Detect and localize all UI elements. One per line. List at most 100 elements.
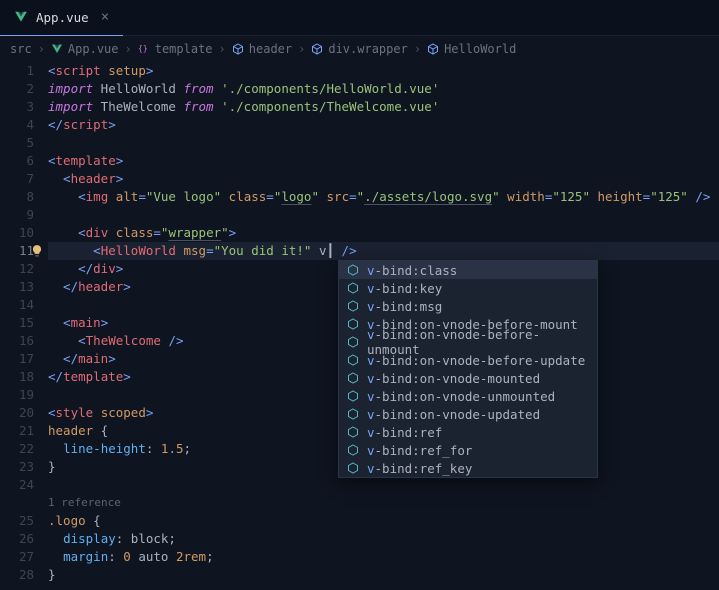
value-icon xyxy=(347,426,359,438)
breadcrumb-label: template xyxy=(155,42,213,56)
code-line[interactable]: <script setup> xyxy=(48,62,719,80)
line-number: 1 xyxy=(0,62,34,80)
suggest-item[interactable]: v-bind:on-vnode-unmounted xyxy=(339,387,597,405)
code-line[interactable]: <header> xyxy=(48,170,719,188)
line-number: 25 xyxy=(0,512,34,530)
value-icon xyxy=(347,300,359,312)
token: : block; xyxy=(116,531,176,546)
token: header xyxy=(78,279,123,294)
breadcrumb-separator: › xyxy=(125,42,132,56)
line-number: 16 xyxy=(0,332,34,350)
code-line[interactable] xyxy=(48,476,719,494)
token: setup xyxy=(108,63,146,78)
suggest-label: v-bind:on-vnode-before-update xyxy=(367,353,585,368)
token: > xyxy=(108,117,116,132)
token: template xyxy=(63,369,123,384)
token: " xyxy=(311,189,326,204)
close-icon[interactable]: × xyxy=(101,9,109,25)
token: < xyxy=(48,63,56,78)
suggest-item[interactable]: v-bind:ref xyxy=(339,423,597,441)
suggest-item[interactable]: v-bind:on-vnode-before-update xyxy=(339,351,597,369)
token: width xyxy=(507,189,545,204)
line-number: 19 xyxy=(0,386,34,404)
code-line[interactable] xyxy=(48,206,719,224)
tab-label: App.vue xyxy=(36,10,89,25)
token: > xyxy=(101,315,109,330)
code-line[interactable]: </script> xyxy=(48,116,719,134)
token: : xyxy=(146,441,161,456)
token: < xyxy=(48,243,101,258)
tab-app-vue[interactable]: App.vue × xyxy=(0,0,123,36)
code-line[interactable]: display: block; xyxy=(48,530,719,548)
breadcrumb-item[interactable]: App.vue xyxy=(51,42,119,56)
suggest-item[interactable]: v-bind:ref_for xyxy=(339,441,597,459)
token: wrapper xyxy=(168,225,221,240)
breadcrumb-item[interactable]: HelloWorld xyxy=(427,42,516,56)
code-line[interactable]: <HelloWorld msg="You did it!" v┃ /> xyxy=(48,242,719,260)
token: import xyxy=(48,81,93,96)
token: "You did it!" xyxy=(214,243,319,258)
token: ./assets/logo.svg xyxy=(364,189,492,204)
token: > xyxy=(146,405,154,420)
token: scoped xyxy=(101,405,146,420)
breadcrumb: src›App.vue›{}template›header›div.wrappe… xyxy=(0,36,719,62)
suggest-label: v-bind:msg xyxy=(367,299,442,314)
cube-icon xyxy=(427,43,439,55)
code-line[interactable]: } xyxy=(48,566,719,584)
token: HelloWorld xyxy=(93,81,183,96)
token: = xyxy=(138,189,146,204)
lightbulb-icon[interactable] xyxy=(30,244,44,258)
codelens[interactable]: 1 reference xyxy=(48,494,719,512)
token: = xyxy=(206,243,214,258)
token: from xyxy=(183,99,213,114)
breadcrumb-separator: › xyxy=(414,42,421,56)
code-line[interactable] xyxy=(48,134,719,152)
token: > xyxy=(123,279,131,294)
suggest-widget[interactable]: v-bind:classv-bind:key v-bind:msg v-bind:o… xyxy=(338,260,598,478)
token: main xyxy=(78,351,108,366)
breadcrumb-item[interactable]: div.wrapper xyxy=(311,42,407,56)
suggest-item[interactable]: v-bind:class xyxy=(339,261,597,279)
token: > xyxy=(116,261,124,276)
breadcrumb-item[interactable]: {}template xyxy=(138,42,213,56)
suggest-item[interactable]: v-bind:key xyxy=(339,279,597,297)
token: : xyxy=(108,549,123,564)
line-number: 22 xyxy=(0,440,34,458)
code-area[interactable]: v-bind:classv-bind:key v-bind:msg v-bind:o… xyxy=(48,62,719,584)
breadcrumb-item[interactable]: header xyxy=(232,42,292,56)
token: msg xyxy=(183,243,206,258)
token xyxy=(48,531,63,546)
token: 0 xyxy=(123,549,131,564)
token: </ xyxy=(48,261,93,276)
breadcrumb-item[interactable]: src xyxy=(10,42,32,56)
code-line[interactable]: import TheWelcome from './components/The… xyxy=(48,98,719,116)
token: './components/HelloWorld.vue' xyxy=(221,81,439,96)
value-icon xyxy=(347,390,359,402)
line-number: 2 xyxy=(0,80,34,98)
token: TheWelcome xyxy=(86,333,169,348)
editor[interactable]: 123456789101112131415161718192021222324 … xyxy=(0,62,719,584)
code-line[interactable]: margin: 0 auto 2rem; xyxy=(48,548,719,566)
code-line[interactable]: .logo { xyxy=(48,512,719,530)
suggest-item[interactable]: v-bind:msg xyxy=(339,297,597,315)
token: > xyxy=(116,153,124,168)
gutter: 123456789101112131415161718192021222324 … xyxy=(0,62,48,584)
token: .logo xyxy=(48,513,86,528)
token: { xyxy=(86,513,101,528)
line-number: 18 xyxy=(0,368,34,386)
code-line[interactable]: import HelloWorld from './components/Hel… xyxy=(48,80,719,98)
suggest-item[interactable]: v-bind:on-vnode-before-unmount xyxy=(339,333,597,351)
code-line[interactable]: <div class="wrapper"> xyxy=(48,224,719,242)
suggest-item[interactable]: v-bind:on-vnode-mounted xyxy=(339,369,597,387)
line-number: 21 xyxy=(0,422,34,440)
token: </ xyxy=(48,351,78,366)
code-line[interactable]: <img alt="Vue logo" class="logo" src="./… xyxy=(48,188,719,206)
token: ; xyxy=(206,549,214,564)
token: header xyxy=(48,423,93,438)
breadcrumb-label: HelloWorld xyxy=(444,42,516,56)
suggest-item[interactable]: v-bind:ref_key xyxy=(339,459,597,477)
token: { xyxy=(93,423,108,438)
code-line[interactable]: <template> xyxy=(48,152,719,170)
line-number: 4 xyxy=(0,116,34,134)
suggest-item[interactable]: v-bind:on-vnode-updated xyxy=(339,405,597,423)
